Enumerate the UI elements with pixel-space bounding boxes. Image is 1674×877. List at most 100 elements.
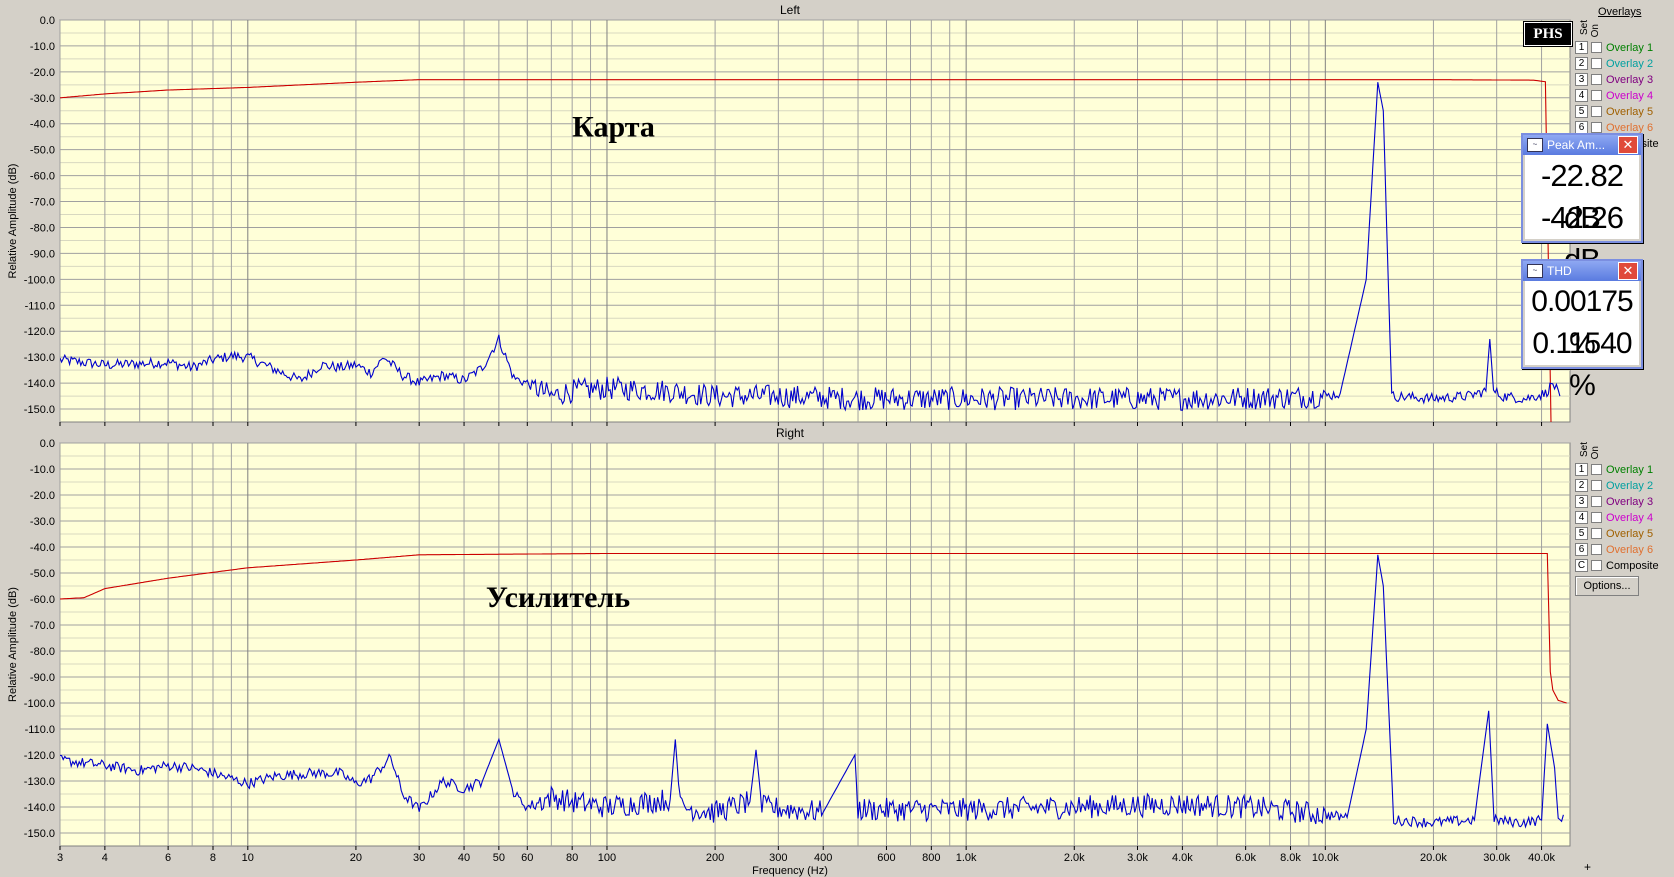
x-tick-label: 10.0k — [1312, 852, 1339, 864]
y-tick-label: -120.0 — [24, 750, 55, 762]
y-tick-label: -80.0 — [30, 646, 55, 658]
peak-meter-title: Peak Am... — [1547, 138, 1606, 152]
y-tick-label: -120.0 — [24, 326, 55, 338]
close-icon[interactable]: ✕ — [1618, 262, 1638, 280]
y-tick-label: -140.0 — [24, 378, 55, 390]
x-tick-label: 60 — [521, 852, 533, 864]
y-tick-label: -80.0 — [30, 222, 55, 234]
overlay-row: 3 Overlay 3 — [1575, 494, 1674, 509]
x-tick-label: 3.0k — [1127, 852, 1148, 864]
close-icon[interactable]: ✕ — [1618, 136, 1638, 154]
y-tick-label: -130.0 — [24, 776, 55, 788]
y-tick-label: -10.0 — [30, 464, 55, 476]
x-tick-label: 8 — [210, 852, 216, 864]
options-button[interactable]: Options... — [1575, 576, 1639, 596]
x-tick-label: 4.0k — [1172, 852, 1193, 864]
y-tick-label: -90.0 — [30, 248, 55, 260]
overlay-checkbox[interactable] — [1591, 528, 1602, 539]
y-axis-label: Relative Amplitude (dB) — [7, 587, 19, 702]
overlay-checkbox[interactable] — [1591, 496, 1602, 507]
y-tick-label: -130.0 — [24, 352, 55, 364]
overlay-set-button[interactable]: 1 — [1575, 41, 1588, 54]
overlay-checkbox[interactable] — [1591, 560, 1602, 571]
y-tick-label: -30.0 — [30, 516, 55, 528]
y-tick-label: -70.0 — [30, 197, 55, 209]
y-tick-label: -90.0 — [30, 672, 55, 684]
x-tick-label: 4 — [102, 852, 108, 864]
y-tick-label: -70.0 — [30, 620, 55, 632]
overlay-label: Overlay 4 — [1606, 89, 1654, 102]
peak-meter-titlebar[interactable]: ~ Peak Am... ✕ — [1523, 135, 1641, 155]
x-tick-label: 80 — [566, 852, 578, 864]
thd-meter-title: THD — [1547, 264, 1572, 278]
overlay-set-button[interactable]: 3 — [1575, 495, 1588, 508]
x-tick-label: 2.0k — [1064, 852, 1085, 864]
x-tick-label: 100 — [598, 852, 616, 864]
x-tick-label: 40.0k — [1528, 852, 1555, 864]
overlays-title[interactable]: Overlays — [1598, 6, 1641, 18]
x-tick-label: 200 — [706, 852, 724, 864]
overlay-row: 5 Overlay 5 — [1575, 526, 1674, 541]
y-tick-label: -60.0 — [30, 171, 55, 183]
resize-corner[interactable]: + — [1584, 860, 1591, 874]
overlay-checkbox[interactable] — [1591, 106, 1602, 117]
overlay-row: 5 Overlay 5 — [1575, 104, 1674, 119]
col-set-label: Set — [1579, 442, 1590, 458]
overlay-checkbox[interactable] — [1591, 90, 1602, 101]
overlay-label: Overlay 6 — [1606, 121, 1654, 134]
col-on-label: On — [1590, 24, 1601, 38]
y-tick-label: -30.0 — [30, 93, 55, 105]
overlay-row: 4 Overlay 4 — [1575, 510, 1674, 525]
x-tick-label: 8.0k — [1280, 852, 1301, 864]
overlay-checkbox[interactable] — [1591, 512, 1602, 523]
overlay-set-button[interactable]: 2 — [1575, 57, 1588, 70]
x-tick-label: 400 — [814, 852, 832, 864]
y-axis-label: Relative Amplitude (dB) — [7, 164, 19, 279]
overlay-checkbox[interactable] — [1591, 544, 1602, 555]
overlay-set-button[interactable]: 6 — [1575, 543, 1588, 556]
plot-area — [59, 442, 1571, 847]
plot-1: 0.0 -10.0 -20.0 -30.0 -40.0 -50.0 -60.0 -70.0 -8… — [7, 426, 1571, 877]
y-tick-label: -110.0 — [25, 724, 55, 736]
overlay-set-button[interactable]: 3 — [1575, 73, 1588, 86]
y-tick-label: -40.0 — [30, 119, 55, 131]
overlay-set-button[interactable]: 5 — [1575, 527, 1588, 540]
x-tick-label: 10 — [242, 852, 254, 864]
overlay-checkbox[interactable] — [1591, 480, 1602, 491]
overlay-checkbox[interactable] — [1591, 42, 1602, 53]
x-tick-label: 50 — [493, 852, 505, 864]
overlay-label: Overlay 5 — [1606, 105, 1654, 118]
overlay-set-button[interactable]: C — [1575, 559, 1588, 572]
x-tick-label: 300 — [769, 852, 787, 864]
y-tick-label: -150.0 — [24, 404, 55, 416]
overlay-label: Overlay 5 — [1606, 527, 1654, 540]
y-tick-label: -40.0 — [30, 542, 55, 554]
overlay-label: Overlay 4 — [1606, 511, 1654, 524]
y-tick-label: -20.0 — [30, 67, 55, 79]
peak-amplitude-meter[interactable]: ~ Peak Am... ✕ -22.82 dB -42.26 dB — [1521, 133, 1643, 277]
peak-value-right: -42.26 dB — [1525, 197, 1639, 277]
plot-annotation: Карта — [572, 111, 655, 144]
overlay-set-button[interactable]: 1 — [1575, 463, 1588, 476]
x-tick-label: 6.0k — [1235, 852, 1256, 864]
overlay-set-button[interactable]: 5 — [1575, 105, 1588, 118]
overlay-checkbox[interactable] — [1591, 464, 1602, 475]
overlay-set-button[interactable]: 2 — [1575, 479, 1588, 492]
x-tick-label: 20 — [350, 852, 362, 864]
overlay-checkbox[interactable] — [1591, 122, 1602, 133]
overlay-row: 4 Overlay 4 — [1575, 88, 1674, 103]
thd-meter-titlebar[interactable]: ~ THD ✕ — [1523, 261, 1641, 281]
overlay-set-button[interactable]: 4 — [1575, 89, 1588, 102]
phs-logo: PHS — [1523, 21, 1573, 47]
x-tick-label: 1.0k — [956, 852, 977, 864]
overlay-checkbox[interactable] — [1591, 58, 1602, 69]
thd-value-left: 0.00175 % — [1525, 281, 1639, 360]
y-tick-label: -10.0 — [30, 41, 55, 53]
overlay-label: Overlay 6 — [1606, 543, 1654, 556]
thd-meter[interactable]: ~ THD ✕ 0.00175 % 0.11540 % — [1521, 259, 1643, 402]
overlay-set-button[interactable]: 4 — [1575, 511, 1588, 524]
overlay-checkbox[interactable] — [1591, 74, 1602, 85]
plot-area — [59, 19, 1571, 423]
plot-title: Left — [780, 3, 801, 17]
y-tick-label: -100.0 — [24, 274, 55, 286]
